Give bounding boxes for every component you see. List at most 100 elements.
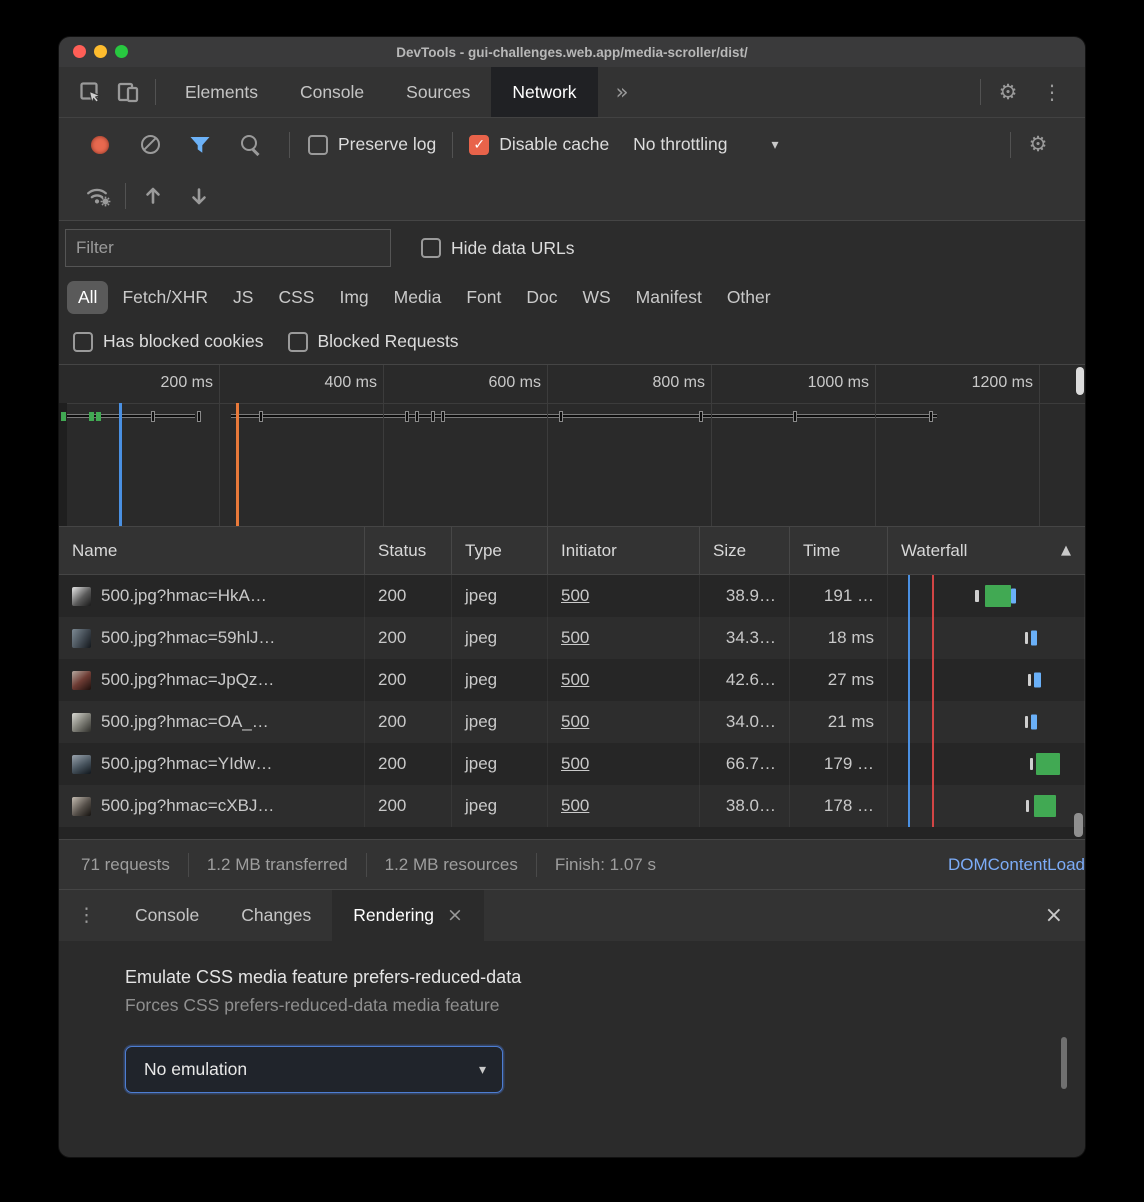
toolbar-divider <box>289 132 290 158</box>
request-time: 18 ms <box>790 617 888 659</box>
import-har-icon[interactable] <box>134 177 172 215</box>
network-settings-gear-icon[interactable]: ⚙ <box>1019 126 1057 164</box>
waterfall-bar <box>1036 753 1060 775</box>
filter-pill-fetch-xhr[interactable]: Fetch/XHR <box>111 281 219 314</box>
overview-time-label: 200 ms <box>127 374 213 392</box>
table-row[interactable]: 500.jpg?hmac=cXBJ… 200 jpeg 500 38.0… 17… <box>59 785 1085 827</box>
filter-pill-img[interactable]: Img <box>328 281 379 314</box>
overview-request-tick <box>559 411 563 422</box>
settings-gear-icon[interactable]: ⚙ <box>989 73 1027 111</box>
disable-cache-label: Disable cache <box>499 134 609 155</box>
drawer-menu-kebab-icon[interactable]: ⋮ <box>59 906 114 925</box>
tab-elements[interactable]: Elements <box>164 67 279 117</box>
table-row[interactable]: 500.jpg?hmac=HkA… 200 jpeg 500 38.9… 191… <box>59 575 1085 617</box>
drawer-tab-changes[interactable]: Changes <box>220 890 332 942</box>
overview-gridline <box>875 365 876 526</box>
dcl-marker-line <box>908 659 910 701</box>
column-header-time[interactable]: Time <box>790 527 888 574</box>
emulation-select[interactable]: No emulation ▾ <box>125 1046 503 1093</box>
column-header-waterfall[interactable]: Waterfall ▲ <box>888 527 1085 574</box>
blocked-requests-checkbox[interactable] <box>288 332 308 352</box>
overview-green-tick <box>96 412 101 421</box>
table-row[interactable]: 500.jpg?hmac=59hlJ… 200 jpeg 500 34.3… 1… <box>59 617 1085 659</box>
main-tab-strip: ElementsConsoleSourcesNetwork <box>164 67 598 117</box>
overview-request-tick <box>929 411 933 422</box>
overview-scrollbar-thumb[interactable] <box>1076 367 1084 395</box>
overview-gridline <box>711 365 712 526</box>
request-status: 200 <box>365 659 452 701</box>
summary-request-count: 71 requests <box>59 855 188 875</box>
record-network-log-button[interactable] <box>81 126 119 164</box>
drawer-tab-console[interactable]: Console <box>114 890 220 942</box>
preserve-log-checkbox[interactable] <box>308 135 328 155</box>
table-row[interactable]: 500.jpg?hmac=OA_… 200 jpeg 500 34.0… 21 … <box>59 701 1085 743</box>
search-icon[interactable] <box>231 126 269 164</box>
table-row[interactable]: 500.jpg?hmac=YIdw… 200 jpeg 500 66.7… 17… <box>59 743 1085 785</box>
close-drawer-icon[interactable]: × <box>1023 905 1085 927</box>
tab-network[interactable]: Network <box>491 67 597 117</box>
image-thumbnail-icon <box>72 755 91 774</box>
clear-network-log-icon[interactable] <box>131 126 169 164</box>
drawer-tab-rendering[interactable]: Rendering× <box>332 890 484 942</box>
waterfall-bar <box>1011 589 1016 604</box>
hide-data-urls-checkbox[interactable] <box>421 238 441 258</box>
overview-waterfall-band <box>59 409 1085 425</box>
overview-strip[interactable]: 200 ms400 ms600 ms800 ms1000 ms1200 ms <box>59 365 1085 527</box>
filter-pill-ws[interactable]: WS <box>571 281 621 314</box>
device-toolbar-icon[interactable] <box>109 73 147 111</box>
request-time: 27 ms <box>790 659 888 701</box>
initiator-link[interactable]: 500 <box>561 712 589 732</box>
overview-waterfall-segment <box>231 414 937 418</box>
filter-pill-all[interactable]: All <box>67 281 108 314</box>
column-header-type[interactable]: Type <box>452 527 548 574</box>
network-conditions-icon[interactable] <box>79 177 117 215</box>
network-toolbar: Preserve log ✓ Disable cache No throttli… <box>59 117 1085 171</box>
filter-pill-css[interactable]: CSS <box>267 281 325 314</box>
has-blocked-cookies-checkbox[interactable] <box>73 332 93 352</box>
chevron-down-icon: ▾ <box>479 1063 486 1077</box>
table-scrollbar-thumb[interactable] <box>1074 813 1083 837</box>
initiator-link[interactable]: 500 <box>561 628 589 648</box>
close-window-button[interactable] <box>73 45 86 58</box>
blocked-requests-label: Blocked Requests <box>318 331 459 352</box>
column-header-status[interactable]: Status <box>365 527 452 574</box>
throttling-value: No throttling <box>633 134 727 155</box>
disable-cache-checkbox[interactable]: ✓ <box>469 135 489 155</box>
overview-request-tick <box>197 411 201 422</box>
filter-pill-other[interactable]: Other <box>716 281 782 314</box>
filter-pill-doc[interactable]: Doc <box>515 281 568 314</box>
filter-funnel-icon[interactable] <box>181 126 219 164</box>
more-tabs-icon[interactable]: » <box>598 82 647 103</box>
filter-pill-js[interactable]: JS <box>222 281 264 314</box>
overview-gridline <box>383 365 384 526</box>
column-header-name[interactable]: Name <box>59 527 365 574</box>
image-thumbnail-icon <box>72 797 91 816</box>
throttling-dropdown[interactable]: No throttling ▾ <box>633 134 778 155</box>
initiator-link[interactable]: 500 <box>561 754 589 774</box>
main-menu-kebab-icon[interactable]: ⋮ <box>1027 82 1077 102</box>
export-har-icon[interactable] <box>180 177 218 215</box>
close-tab-icon[interactable]: × <box>447 906 463 925</box>
drawer-tab-strip: ConsoleChangesRendering× <box>114 890 484 942</box>
zoom-window-button[interactable] <box>115 45 128 58</box>
request-name: 500.jpg?hmac=YIdw… <box>101 754 273 774</box>
request-name: 500.jpg?hmac=59hlJ… <box>101 628 275 648</box>
tab-console[interactable]: Console <box>279 67 385 117</box>
initiator-link[interactable]: 500 <box>561 796 589 816</box>
request-status: 200 <box>365 743 452 785</box>
column-header-initiator[interactable]: Initiator <box>548 527 700 574</box>
column-header-size[interactable]: Size <box>700 527 790 574</box>
minimize-window-button[interactable] <box>94 45 107 58</box>
tab-sources[interactable]: Sources <box>385 67 491 117</box>
table-row[interactable]: 500.jpg?hmac=JpQz… 200 jpeg 500 42.6… 27… <box>59 659 1085 701</box>
request-status: 200 <box>365 701 452 743</box>
filter-input[interactable] <box>65 229 391 267</box>
inspect-element-icon[interactable] <box>71 73 109 111</box>
drawer-scrollbar-thumb[interactable] <box>1061 1037 1067 1089</box>
rendering-panel: Emulate CSS media feature prefers-reduce… <box>59 941 1085 1157</box>
filter-pill-media[interactable]: Media <box>383 281 453 314</box>
initiator-link[interactable]: 500 <box>561 586 589 606</box>
initiator-link[interactable]: 500 <box>561 670 589 690</box>
filter-pill-font[interactable]: Font <box>455 281 512 314</box>
filter-pill-manifest[interactable]: Manifest <box>625 281 713 314</box>
